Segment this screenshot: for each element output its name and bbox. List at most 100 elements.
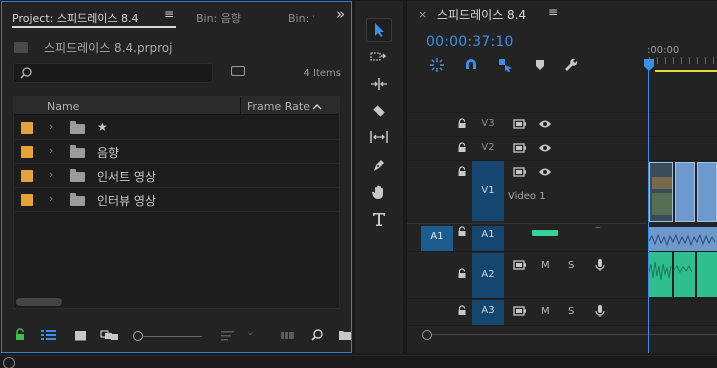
video-audio-divider[interactable]	[407, 223, 647, 224]
video-clip[interactable]	[649, 162, 673, 222]
zoom-scroll-handle[interactable]	[422, 330, 432, 340]
sort-icon[interactable]	[220, 328, 236, 342]
toggle-sync-lock-icon[interactable]	[513, 259, 527, 271]
list-item[interactable]: › 인터뷰 영상	[14, 188, 339, 212]
new-bin-icon[interactable]	[338, 328, 352, 342]
audio-clip[interactable]	[697, 252, 717, 297]
linked-selection-icon[interactable]	[497, 57, 513, 73]
horizontal-scrollbar[interactable]	[16, 298, 62, 306]
item-name: ★	[97, 120, 108, 134]
audio-clip[interactable]	[649, 252, 672, 297]
sort-dropdown-icon[interactable]: ⌄	[246, 327, 254, 338]
lock-track-icon[interactable]	[457, 118, 467, 130]
track-name-targeted[interactable]: A1	[472, 226, 504, 251]
eye-icon[interactable]	[538, 166, 552, 178]
mic-icon[interactable]	[595, 258, 605, 272]
slip-tool[interactable]	[366, 125, 392, 149]
mute-button[interactable]: M	[541, 306, 550, 317]
hand-tool[interactable]	[366, 180, 392, 204]
track-name-targeted[interactable]: A2	[472, 253, 504, 298]
track-name[interactable]: V2	[472, 142, 504, 153]
column-divider[interactable]	[240, 97, 241, 115]
column-header-name[interactable]: Name	[47, 100, 79, 113]
v1-track-area[interactable]	[648, 160, 717, 222]
panel-menu-icon[interactable]: ≡	[164, 7, 174, 21]
list-view-icon[interactable]	[40, 328, 58, 342]
toggle-sync-lock-icon[interactable]	[513, 118, 527, 130]
type-tool[interactable]	[366, 207, 392, 231]
label-color-swatch[interactable]	[21, 194, 33, 206]
a2-track-area[interactable]	[648, 252, 717, 298]
freeform-view-icon[interactable]	[100, 328, 120, 342]
sequence-title[interactable]: 스피드레이스 8.4	[437, 6, 526, 23]
label-color-swatch[interactable]	[21, 170, 33, 182]
tab-project[interactable]: Project: 스피드레이스 8.4	[12, 10, 139, 26]
audio-clip[interactable]	[649, 227, 717, 251]
lock-icon[interactable]	[14, 328, 26, 342]
a1-track-area[interactable]	[648, 226, 717, 251]
tab-bin-insert[interactable]: Bin: 인	[288, 10, 314, 26]
list-item[interactable]: › 인서트 영상	[14, 164, 339, 188]
solo-button[interactable]: S	[568, 306, 574, 317]
snap-icon[interactable]	[463, 57, 479, 73]
automate-to-sequence-icon[interactable]	[280, 328, 296, 342]
time-ruler[interactable]	[649, 57, 717, 64]
column-header-frame-rate[interactable]: Frame Rate	[247, 100, 310, 113]
tab-bin-audio[interactable]: Bin: 음향	[196, 10, 241, 26]
track-name-targeted[interactable]: V1	[472, 161, 504, 221]
add-marker-icon[interactable]	[533, 57, 547, 73]
video-clip[interactable]	[697, 162, 717, 222]
audio-waveform	[674, 264, 693, 274]
track-name[interactable]: V3	[472, 118, 504, 129]
track-name-targeted[interactable]: A3	[472, 300, 504, 325]
chevron-right-icon[interactable]: ›	[49, 120, 53, 133]
insert-nest-icon[interactable]	[429, 57, 445, 73]
mic-icon[interactable]: ⌣	[595, 223, 601, 233]
find-icon[interactable]	[310, 328, 324, 342]
video-clip[interactable]	[675, 162, 695, 222]
label-color-swatch[interactable]	[21, 146, 33, 158]
eye-icon[interactable]	[538, 142, 552, 154]
wrench-settings-icon[interactable]	[563, 57, 579, 73]
pen-tool[interactable]	[366, 153, 392, 177]
track-header-v1: V1 Video 1	[407, 160, 647, 222]
close-sequence-icon[interactable]: ×	[418, 8, 427, 21]
eye-icon[interactable]	[538, 118, 552, 130]
mute-button[interactable]: M	[541, 260, 550, 271]
selection-tool[interactable]	[366, 18, 392, 42]
chevron-right-icon[interactable]: ›	[49, 192, 53, 205]
razor-tool[interactable]	[366, 99, 392, 123]
zoom-slider[interactable]	[142, 336, 202, 337]
lock-track-icon[interactable]	[457, 268, 467, 280]
list-item[interactable]: › 음향	[14, 140, 339, 164]
new-bin-from-search-icon[interactable]	[231, 66, 245, 76]
toggle-sync-lock-icon[interactable]	[513, 166, 527, 178]
list-item[interactable]: › ★	[14, 116, 339, 140]
audio-clip[interactable]	[674, 252, 695, 297]
status-indicator-icon[interactable]	[3, 357, 15, 368]
panel-menu-icon[interactable]: ≡	[548, 5, 558, 19]
solo-button[interactable]: S	[568, 260, 574, 271]
ruler-label: :00:00	[647, 45, 680, 56]
playhead-line[interactable]	[648, 69, 649, 353]
icon-view-icon[interactable]	[74, 328, 88, 342]
zoom-scroll-track[interactable]	[432, 334, 717, 335]
timeline-zoom-scrollbar[interactable]	[419, 326, 717, 344]
sort-ascending-icon[interactable]	[311, 97, 323, 118]
search-input[interactable]	[13, 63, 213, 83]
work-area-bar[interactable]	[655, 70, 717, 72]
chevron-right-icon[interactable]: ›	[49, 168, 53, 181]
lock-track-icon[interactable]	[457, 142, 467, 154]
track-select-tool[interactable]	[366, 45, 392, 69]
playhead-timecode[interactable]: 00:00:37:10	[426, 34, 514, 50]
toggle-sync-lock-icon[interactable]	[513, 142, 527, 154]
lock-track-icon[interactable]	[457, 226, 467, 238]
more-tabs-icon[interactable]: »	[336, 5, 345, 23]
lock-track-icon[interactable]	[457, 166, 467, 178]
ripple-edit-tool[interactable]	[366, 72, 392, 96]
chevron-right-icon[interactable]: ›	[49, 144, 53, 157]
mic-icon[interactable]	[595, 304, 605, 318]
label-color-swatch[interactable]	[21, 122, 33, 134]
toggle-sync-lock-icon[interactable]	[513, 305, 527, 317]
lock-track-icon[interactable]	[457, 305, 467, 317]
